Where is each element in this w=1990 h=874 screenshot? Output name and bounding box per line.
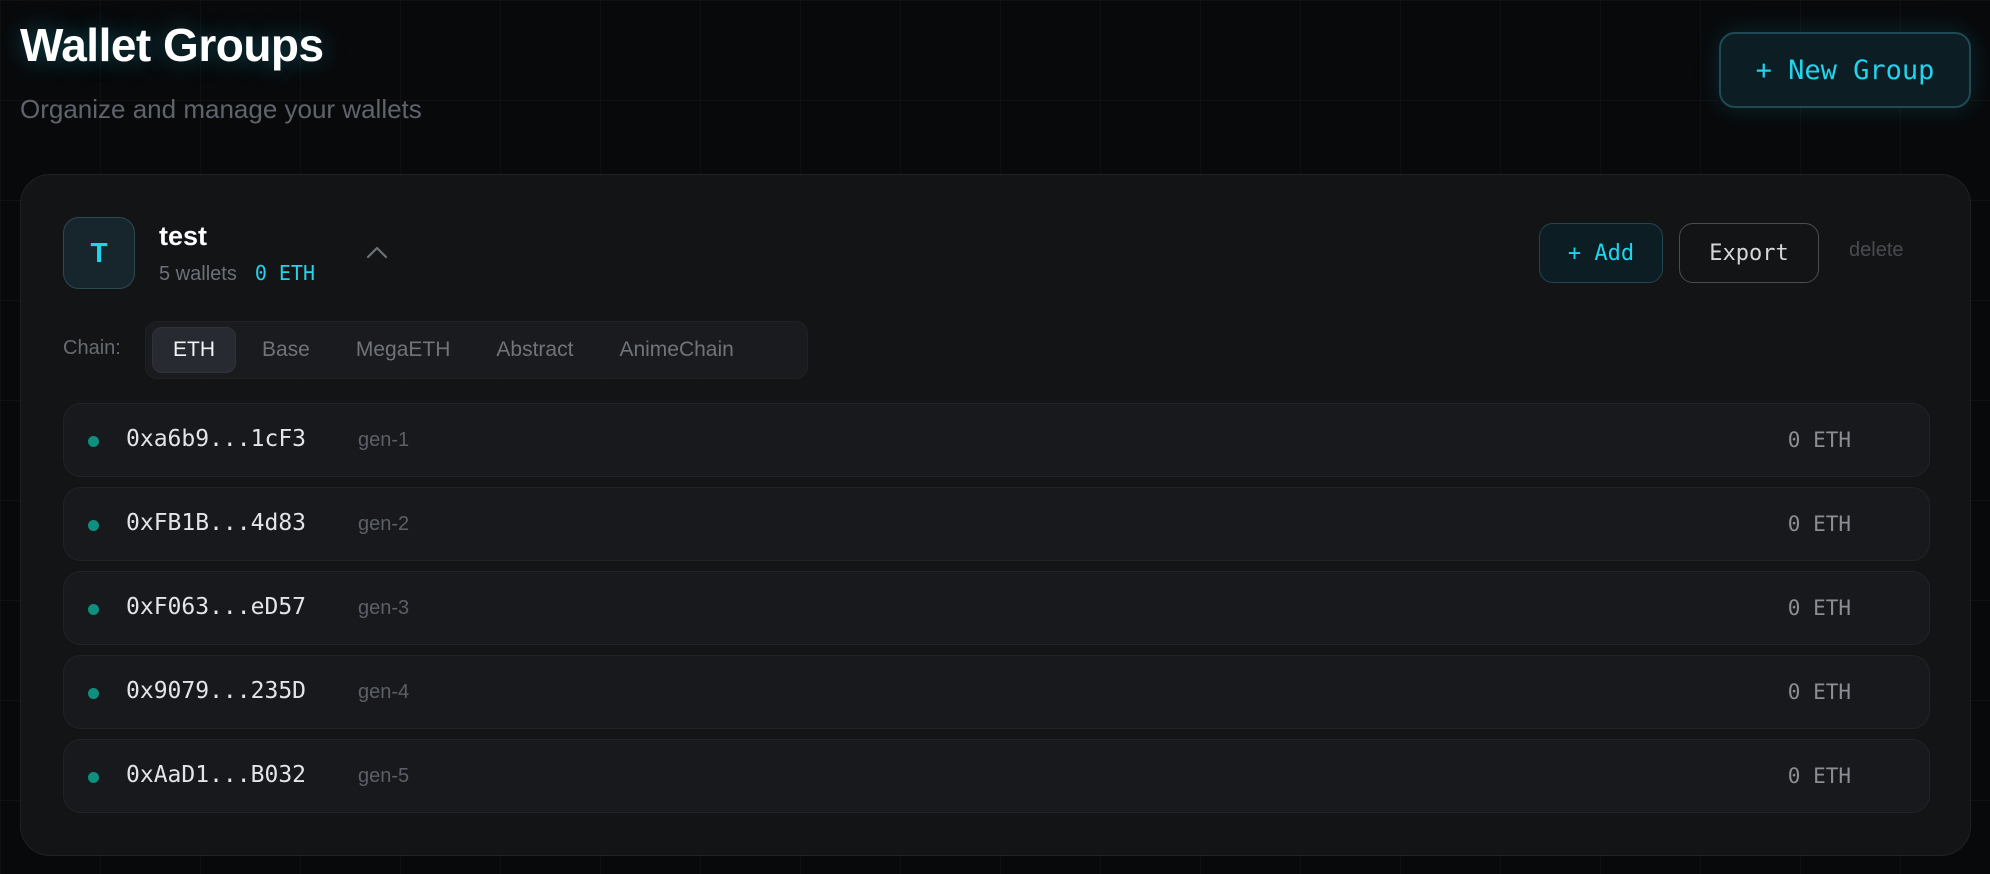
status-dot-icon [88, 688, 99, 699]
wallet-label: gen-4 [358, 681, 410, 703]
wallet-address: 0x9079...235D [126, 678, 307, 704]
wallet-balance: 0 ETH [1787, 428, 1851, 452]
wallet-list: 0xa6b9...1cF3 gen-1 0 ETH 0xFB1B...4d83 … [63, 403, 1930, 823]
chain-tab-megaeth[interactable]: MegaETH [336, 327, 471, 373]
page-header: Wallet Groups Organize and manage your w… [20, 18, 422, 125]
chain-tab-base[interactable]: Base [242, 327, 330, 373]
wallet-row[interactable]: 0xAaD1...B032 gen-5 0 ETH [63, 739, 1930, 813]
wallet-row[interactable]: 0x9079...235D gen-4 0 ETH [63, 655, 1930, 729]
wallet-group-card: T test 5 wallets 0 ETH + Add Export dele… [20, 174, 1971, 856]
status-dot-icon [88, 604, 99, 615]
add-wallet-button[interactable]: + Add [1539, 223, 1663, 283]
wallet-balance: 0 ETH [1787, 764, 1851, 788]
wallet-label: gen-5 [358, 765, 410, 787]
wallet-balance: 0 ETH [1787, 596, 1851, 620]
chain-tab-eth[interactable]: ETH [152, 327, 236, 373]
group-balance: 0 ETH [254, 261, 316, 285]
chevron-up-icon [366, 246, 388, 259]
wallet-address: 0xF063...eD57 [126, 594, 307, 620]
wallet-label: gen-3 [358, 597, 410, 619]
delete-group-button[interactable]: delete [1849, 239, 1904, 262]
group-name: test [159, 221, 208, 251]
wallet-address: 0xAaD1...B032 [126, 762, 307, 788]
status-dot-icon [88, 436, 99, 447]
wallet-address: 0xa6b9...1cF3 [126, 426, 307, 452]
wallet-balance: 0 ETH [1787, 512, 1851, 536]
chain-tabs: ETH Base MegaETH Abstract AnimeChain [145, 321, 808, 379]
status-dot-icon [88, 772, 99, 783]
chain-tab-abstract[interactable]: Abstract [476, 327, 593, 373]
wallet-row[interactable]: 0xFB1B...4d83 gen-2 0 ETH [63, 487, 1930, 561]
chain-tab-animechain[interactable]: AnimeChain [599, 327, 753, 373]
page-title: Wallet Groups [20, 19, 324, 71]
chain-label: Chain: [63, 337, 121, 359]
wallet-row[interactable]: 0xa6b9...1cF3 gen-1 0 ETH [63, 403, 1930, 477]
wallet-label: gen-1 [358, 429, 410, 451]
group-avatar: T [63, 217, 135, 289]
wallet-address: 0xFB1B...4d83 [126, 510, 307, 536]
page-subtitle: Organize and manage your wallets [20, 94, 422, 124]
status-dot-icon [88, 520, 99, 531]
new-group-button[interactable]: + New Group [1719, 32, 1971, 108]
wallet-count: 5 wallets [159, 263, 237, 285]
group-meta: 5 wallets 0 ETH [159, 261, 315, 286]
collapse-toggle[interactable] [359, 237, 395, 267]
export-button[interactable]: Export [1679, 223, 1819, 283]
wallet-balance: 0 ETH [1787, 680, 1851, 704]
wallet-row[interactable]: 0xF063...eD57 gen-3 0 ETH [63, 571, 1930, 645]
wallet-label: gen-2 [358, 513, 410, 535]
